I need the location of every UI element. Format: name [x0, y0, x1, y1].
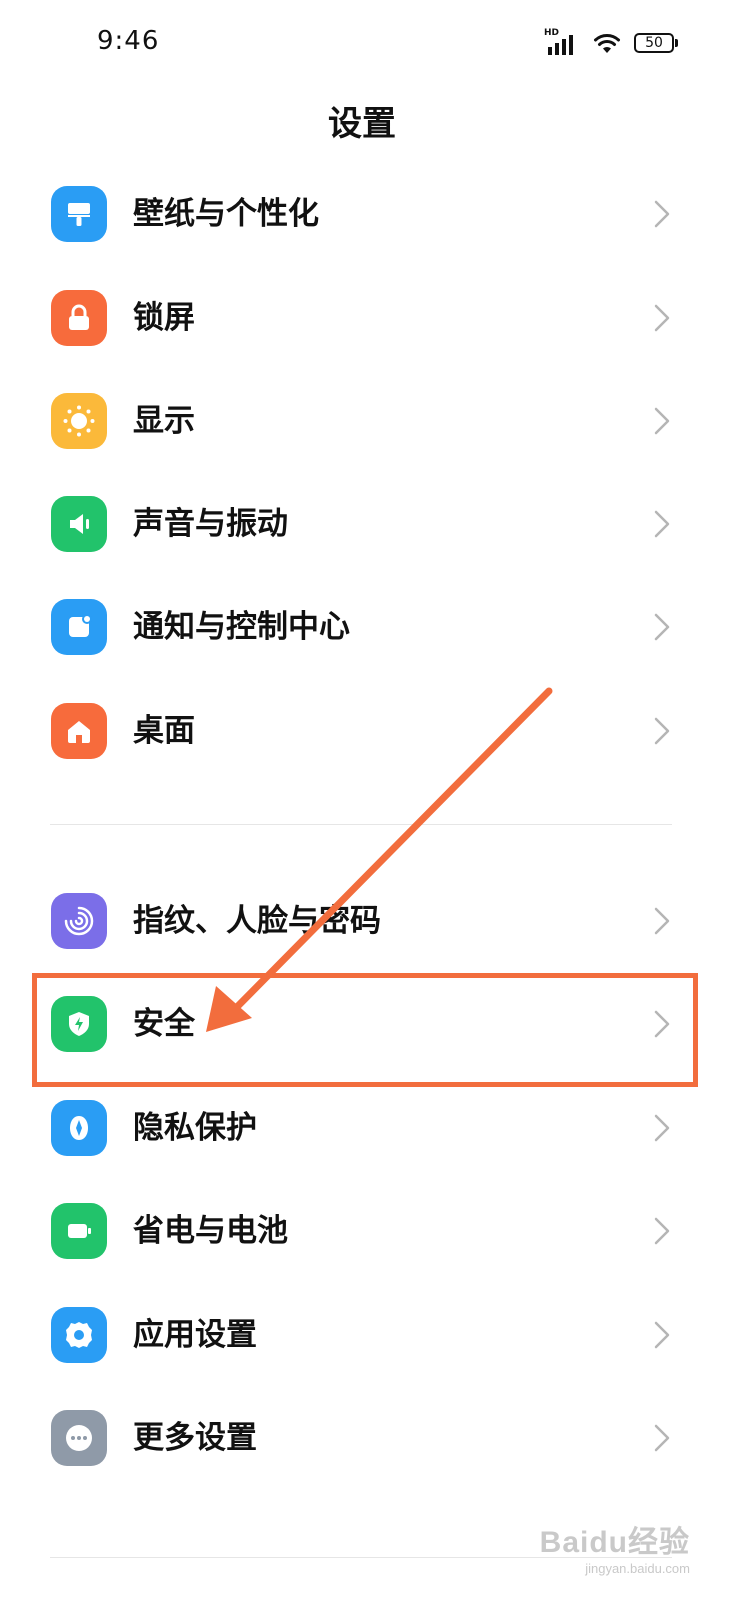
cellular-signal-icon: HD	[544, 29, 580, 57]
settings-item-label: 显示	[133, 403, 195, 439]
chevron-right-icon	[654, 717, 670, 745]
speaker-icon	[51, 496, 107, 552]
settings-item-label: 桌面	[133, 713, 195, 749]
settings-item-display[interactable]: 显示	[0, 369, 738, 473]
watermark-url: jingyan.baidu.com	[585, 1561, 690, 1576]
page-title: 设置	[328, 104, 396, 144]
settings-item-label: 通知与控制中心	[133, 609, 350, 645]
settings-item-label: 指纹、人脸与密码	[133, 903, 381, 939]
privacy-icon	[51, 1100, 107, 1156]
group-divider	[50, 824, 672, 825]
chevron-right-icon	[654, 407, 670, 435]
chevron-right-icon	[654, 1114, 670, 1142]
chevron-right-icon	[654, 1321, 670, 1349]
chevron-right-icon	[654, 304, 670, 332]
baidu-watermark: Baidu经验 jingyan.baidu.com	[540, 1517, 690, 1576]
notification-icon	[51, 599, 107, 655]
status-icons: HD 50	[544, 28, 678, 58]
settings-item-label: 省电与电池	[133, 1213, 288, 1249]
wallpaper-icon	[51, 186, 107, 242]
settings-item-label: 更多设置	[133, 1420, 257, 1456]
more-icon	[51, 1410, 107, 1466]
chevron-right-icon	[654, 907, 670, 935]
highlight-box	[32, 973, 698, 1087]
gear-icon	[51, 1307, 107, 1363]
battery-level: 50	[634, 33, 674, 53]
settings-item-label: 隐私保护	[133, 1110, 257, 1146]
settings-item-more-settings[interactable]: 更多设置	[0, 1386, 738, 1490]
settings-item-home-screen[interactable]: 桌面	[0, 679, 738, 783]
status-bar: 9:46 HD 50	[0, 0, 738, 90]
chevron-right-icon	[654, 1217, 670, 1245]
battery-icon	[51, 1203, 107, 1259]
chevron-right-icon	[654, 200, 670, 228]
home-icon	[51, 703, 107, 759]
settings-item-lockscreen[interactable]: 锁屏	[0, 266, 738, 370]
chevron-right-icon	[654, 1424, 670, 1452]
battery-icon: 50	[634, 33, 678, 53]
status-time: 9:46	[97, 26, 160, 56]
settings-item-battery[interactable]: 省电与电池	[0, 1179, 738, 1283]
settings-item-privacy[interactable]: 隐私保护	[0, 1076, 738, 1180]
settings-item-wallpaper[interactable]: 壁纸与个性化	[0, 162, 738, 266]
chevron-right-icon	[654, 613, 670, 641]
settings-item-fingerprint[interactable]: 指纹、人脸与密码	[0, 869, 738, 973]
settings-item-notifications[interactable]: 通知与控制中心	[0, 575, 738, 679]
lock-icon	[51, 290, 107, 346]
settings-item-label: 锁屏	[133, 300, 195, 336]
watermark-text: Baidu经验	[539, 1526, 690, 1559]
fingerprint-icon	[51, 893, 107, 949]
settings-item-label: 应用设置	[133, 1317, 257, 1353]
settings-item-label: 壁纸与个性化	[133, 196, 319, 232]
wifi-icon	[594, 34, 620, 53]
settings-item-app-settings[interactable]: 应用设置	[0, 1283, 738, 1387]
settings-item-sound[interactable]: 声音与振动	[0, 472, 738, 576]
chevron-right-icon	[654, 510, 670, 538]
sun-icon	[51, 393, 107, 449]
settings-item-label: 声音与振动	[133, 506, 288, 542]
